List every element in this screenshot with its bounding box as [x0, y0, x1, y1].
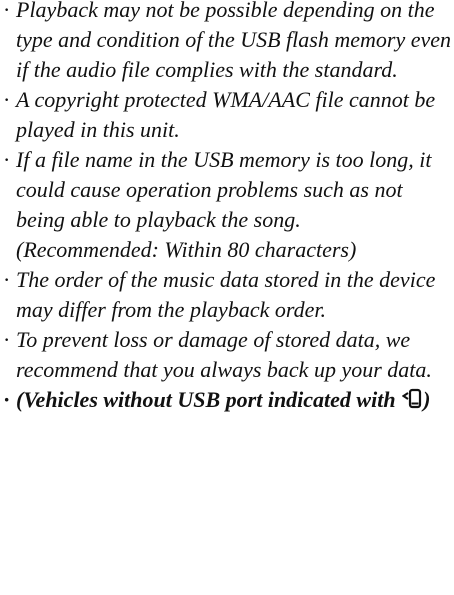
note-long-file-name: · If a file name in the USB memory is to… — [0, 145, 454, 265]
note-playback-compatibility: · Playback may not be possible depending… — [0, 0, 454, 85]
phone-connector-icon — [402, 388, 422, 410]
note-text: If a file name in the USB memory is too … — [16, 147, 432, 232]
note-vehicles-without-usb: · (Vehicles without USB port indicated w… — [0, 385, 454, 415]
usb-notes-list: · Playback may not be possible depending… — [0, 0, 454, 415]
note-text: To prevent loss or damage of stored data… — [16, 327, 432, 382]
note-text-after-icon: ) — [423, 387, 431, 412]
note-text: A copyright protected WMA/AAC file canno… — [16, 87, 436, 142]
note-copyright-protected: · A copyright protected WMA/AAC file can… — [0, 85, 454, 145]
note-recommendation: (Recommended: Within 80 characters) — [16, 237, 357, 262]
bullet: · — [3, 147, 11, 172]
bullet: · — [3, 0, 11, 22]
note-text: The order of the music data stored in th… — [16, 267, 436, 322]
note-text: Playback may not be possible depending o… — [16, 0, 452, 82]
bullet: · — [3, 267, 11, 292]
bullet: · — [3, 387, 11, 412]
note-text-before-icon: (Vehicles without USB port indicated wit… — [16, 387, 402, 412]
bullet: · — [3, 327, 11, 352]
note-playback-order: · The order of the music data stored in … — [0, 265, 454, 325]
manual-page: · Playback may not be possible depending… — [0, 0, 454, 595]
note-backup-data: · To prevent loss or damage of stored da… — [0, 325, 454, 385]
bullet: · — [3, 87, 11, 112]
